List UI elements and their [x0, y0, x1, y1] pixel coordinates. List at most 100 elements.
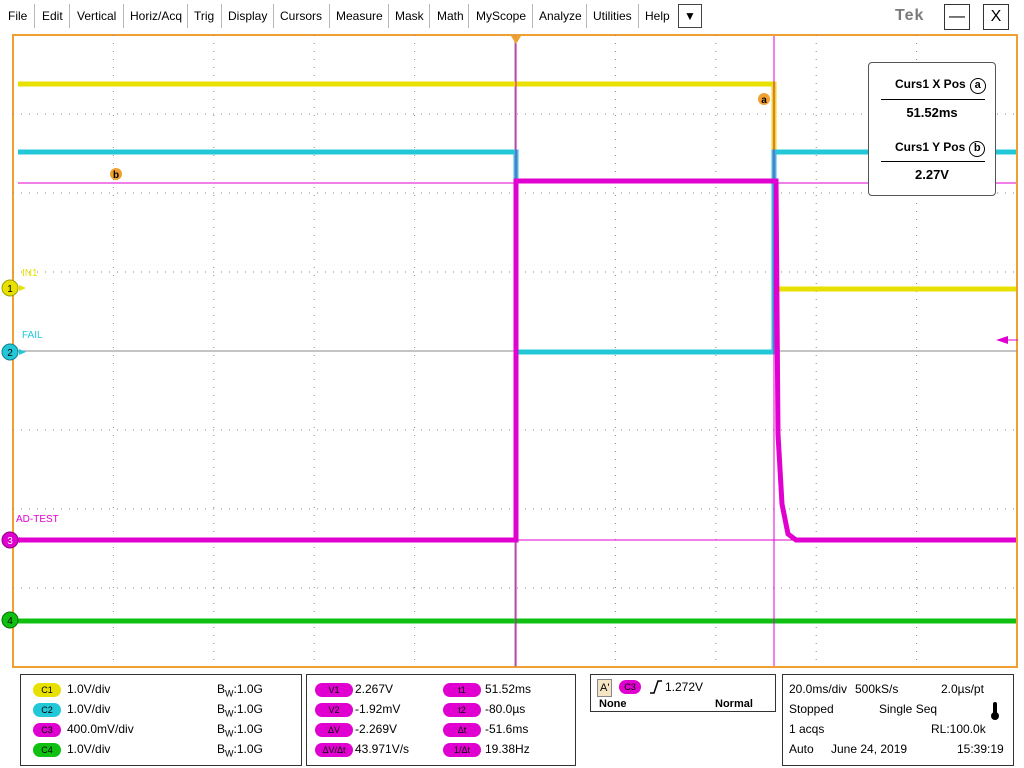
menu-separator — [69, 4, 70, 28]
cursor-measurements-panel: V1 2.267V V2 -1.92mV ΔV -2.269V ΔV/Δt 43… — [306, 674, 576, 766]
ch2-ground-marker[interactable]: 2 — [1, 343, 26, 361]
delta-t-badge[interactable]: Δt — [443, 723, 481, 737]
trigger-a-label: A' — [597, 679, 613, 697]
delta-v-badge[interactable]: ΔV — [315, 723, 353, 737]
resolution: 2.0µs/pt — [941, 682, 984, 696]
curs1-y-pos-label: Curs1 Y Pos — [895, 140, 966, 154]
curs1-x-pos-value: 51.52ms — [906, 105, 958, 120]
t1-value: 51.52ms — [485, 682, 532, 696]
c1-bandwidth: BW:1.0G — [217, 682, 263, 699]
c4-scale: 1.0V/div — [67, 742, 111, 756]
c4-bandwidth: BW:1.0G — [217, 742, 263, 759]
c2-badge[interactable]: C2 — [33, 703, 61, 717]
ch4-ground-marker[interactable]: 4 — [1, 611, 19, 629]
t2-badge[interactable]: t2 — [443, 703, 481, 717]
c4-badge[interactable]: C4 — [33, 743, 61, 757]
menu-edit[interactable]: Edit — [39, 8, 66, 24]
cursor-readout-box[interactable]: Curs1 X Pos a 51.52ms Curs1 Y Pos b 2.27V — [868, 62, 996, 196]
menu-horiz-acq[interactable]: Horiz/Acq — [127, 8, 185, 24]
c3-bandwidth: BW:1.0G — [217, 722, 263, 739]
c1-scale: 1.0V/div — [67, 682, 111, 696]
c2-scale: 1.0V/div — [67, 702, 111, 716]
menu-measure[interactable]: Measure — [333, 8, 386, 24]
bw-prefix: B — [217, 742, 226, 756]
divider — [881, 161, 985, 162]
record-length: RL:100.0k — [931, 722, 986, 736]
acq-time: 15:39:19 — [957, 742, 1004, 756]
menu-file[interactable]: File — [5, 8, 30, 24]
c2-bandwidth: BW:1.0G — [217, 702, 263, 719]
menu-mask[interactable]: Mask — [392, 8, 427, 24]
ch3-marker-label: 3 — [7, 536, 13, 547]
bw-prefix: B — [217, 702, 226, 716]
menu-separator — [329, 4, 330, 28]
c1-badge[interactable]: C1 — [33, 683, 61, 697]
acq-seq: Single Seq — [879, 702, 938, 716]
bw-prefix: B — [217, 682, 226, 696]
menu-math[interactable]: Math — [434, 8, 467, 24]
trigger-coupling: None — [599, 698, 627, 710]
trigger-mode: Normal — [715, 698, 753, 710]
curs1-y-pos-title: Curs1 Y Pos b — [895, 140, 986, 157]
v2-badge[interactable]: V2 — [315, 703, 353, 717]
menu-display[interactable]: Display — [225, 8, 270, 24]
menu-separator — [273, 4, 274, 28]
acq-date: June 24, 2019 — [831, 742, 908, 756]
t2-value: -80.0µs — [485, 702, 526, 716]
dv-dt-badge[interactable]: ΔV/Δt — [315, 743, 353, 757]
ch1-ground-marker[interactable]: 1 — [1, 279, 26, 297]
trigger-panel[interactable]: A' C3 1.272V None Normal — [590, 674, 776, 712]
acq-state: Stopped — [789, 702, 834, 716]
cursor-a-label: a — [761, 95, 767, 106]
menu-separator — [187, 4, 188, 28]
ch2-marker-label: 2 — [7, 348, 13, 359]
cursor-a-symbol-icon: a — [969, 78, 986, 94]
menu-separator — [34, 4, 35, 28]
menu-separator — [586, 4, 587, 28]
channel-settings-panel: C1 1.0V/div BW:1.0G C2 1.0V/div BW:1.0G … — [20, 674, 302, 766]
bw-prefix: B — [217, 722, 226, 736]
bw-sub: W — [225, 708, 234, 719]
bw-sub: W — [225, 748, 234, 759]
cursor-b-symbol-icon: b — [969, 141, 986, 157]
menu-cursors[interactable]: Cursors — [277, 8, 325, 24]
sample-rate: 500kS/s — [855, 682, 899, 696]
close-button[interactable]: X — [983, 4, 1009, 30]
menu-myscope[interactable]: MyScope — [473, 8, 529, 24]
divider — [881, 99, 985, 100]
menu-dropdown-button[interactable]: ▼ — [678, 4, 702, 28]
cursor-b-label: b — [113, 170, 119, 181]
inv-delta-t-badge[interactable]: 1/Δt — [443, 743, 481, 757]
menu-utilities[interactable]: Utilities — [590, 8, 635, 24]
minimize-button[interactable]: — — [944, 4, 970, 30]
trigger-run-mode: Auto — [789, 742, 814, 756]
inv-delta-t-value: 19.38Hz — [485, 742, 530, 756]
menu-analyze[interactable]: Analyze — [536, 8, 585, 24]
c3-scale: 400.0mV/div — [67, 722, 134, 736]
ch3-ground-marker[interactable]: 3 — [1, 531, 26, 549]
acq-count: 1 acqs — [789, 722, 825, 736]
curs1-x-pos-title: Curs1 X Pos a — [895, 77, 986, 94]
c1-bw-value: 1.0G — [236, 682, 263, 696]
v1-value: 2.267V — [355, 682, 394, 696]
trigger-level: 1.272V — [665, 680, 704, 694]
menu-vertical[interactable]: Vertical — [74, 8, 119, 24]
tek-logo: Tek — [895, 7, 925, 24]
trigger-source-badge[interactable]: C3 — [619, 680, 641, 694]
v1-badge[interactable]: V1 — [315, 683, 353, 697]
curs1-x-pos-label: Curs1 X Pos — [895, 77, 966, 91]
delta-t-value: -51.6ms — [485, 722, 529, 736]
menu-trig[interactable]: Trig — [191, 8, 217, 24]
c2-bw-value: 1.0G — [236, 702, 263, 716]
thermometer-icon — [991, 702, 999, 720]
curs1-y-pos-value: 2.27V — [915, 167, 949, 182]
acquisition-panel[interactable]: 20.0ms/div 500kS/s 2.0µs/pt Stopped Sing… — [782, 674, 1014, 766]
menu-help[interactable]: Help — [642, 8, 673, 24]
menu-separator — [532, 4, 533, 28]
delta-v-value: -2.269V — [355, 722, 398, 736]
c3-badge[interactable]: C3 — [33, 723, 61, 737]
bw-sub: W — [225, 688, 234, 699]
t1-badge[interactable]: t1 — [443, 683, 481, 697]
v2-value: -1.92mV — [355, 702, 401, 716]
c3-bw-value: 1.0G — [236, 722, 263, 736]
